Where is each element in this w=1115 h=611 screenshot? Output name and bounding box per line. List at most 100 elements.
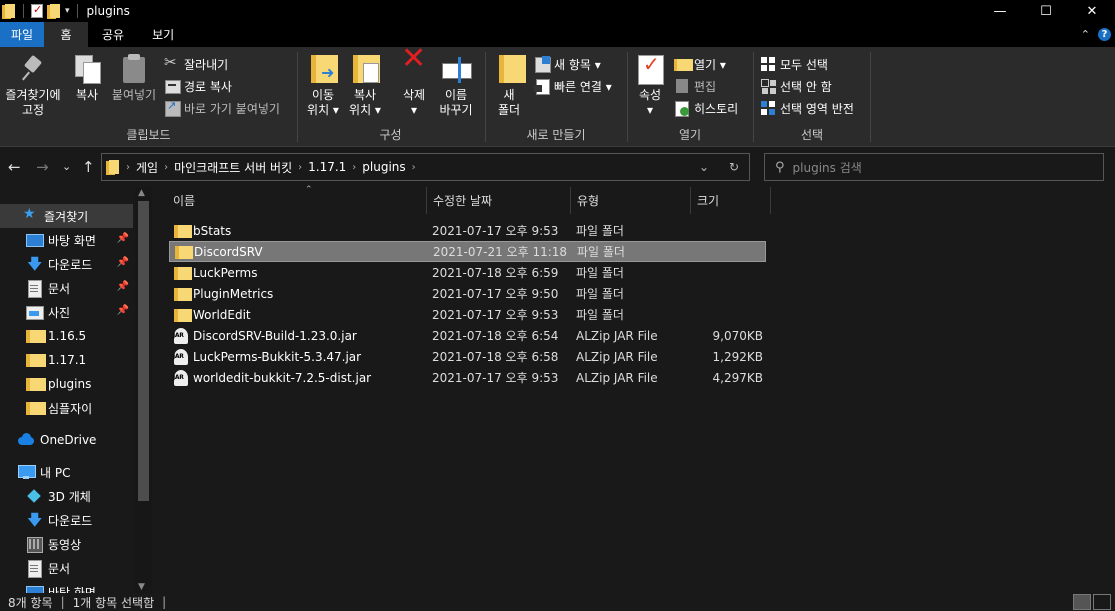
new-item-icon bbox=[534, 56, 551, 73]
history-button[interactable]: 히스토리 bbox=[674, 98, 738, 118]
select-none-button[interactable]: 선택 안 함 bbox=[760, 76, 832, 96]
column-header-type[interactable]: 유형 bbox=[571, 187, 691, 214]
tab-view[interactable]: 보기 bbox=[138, 22, 188, 47]
file-row[interactable]: PluginMetrics 2021-07-17 오후 9:50 파일 폴더 bbox=[169, 283, 766, 304]
nav-item-1-17-1[interactable]: 1.17.1 bbox=[0, 348, 133, 372]
properties-icon[interactable] bbox=[31, 3, 43, 18]
details-view-button[interactable] bbox=[1073, 594, 1091, 610]
rename-button[interactable]: 이름 바꾸기 bbox=[436, 53, 476, 118]
copy-button[interactable]: 복사 bbox=[70, 53, 104, 103]
file-row[interactable]: DiscordSRV-Build-1.23.0.jar 2021-07-18 오… bbox=[169, 325, 766, 346]
breadcrumb-item[interactable]: plugins bbox=[362, 160, 405, 174]
tab-home[interactable]: 홈 bbox=[44, 22, 88, 47]
breadcrumb-item[interactable]: 1.17.1 bbox=[308, 160, 346, 174]
invert-selection-button[interactable]: 선택 영역 반전 bbox=[760, 98, 854, 118]
nav-item-simplezai[interactable]: 심플자이 bbox=[0, 396, 133, 420]
navigation-pane-scrollbar[interactable]: ▲ ▼ bbox=[135, 187, 152, 593]
qat-customize-icon[interactable]: ▾ bbox=[65, 6, 70, 16]
scroll-up-icon[interactable]: ▲ bbox=[138, 188, 145, 198]
select-all-icon bbox=[760, 56, 776, 72]
pin-to-quick-access-button[interactable]: 즐겨찾기에 고정 bbox=[2, 53, 64, 118]
cut-button[interactable]: 잘라내기 bbox=[164, 53, 228, 74]
chevron-right-icon[interactable]: › bbox=[126, 162, 130, 173]
select-all-button[interactable]: 모두 선택 bbox=[760, 54, 828, 74]
column-header-label: 크기 bbox=[697, 194, 720, 208]
collapse-ribbon-icon[interactable]: ⌃ bbox=[1081, 28, 1090, 41]
properties-button[interactable]: 속성 ▾ bbox=[634, 53, 666, 118]
nav-item-label: 바탕 화면 bbox=[48, 585, 96, 594]
nav-item-pc-downloads[interactable]: 다운로드 bbox=[0, 508, 133, 535]
open-button[interactable]: 열기 ▾ bbox=[674, 54, 726, 74]
paste-shortcut-button[interactable]: 바로 가기 붙여넣기 bbox=[164, 98, 280, 118]
nav-item-1-16-5[interactable]: 1.16.5 bbox=[0, 324, 133, 348]
search-placeholder: plugins 검색 bbox=[792, 160, 862, 175]
scrollbar-thumb[interactable] bbox=[138, 201, 149, 501]
nav-item-desktop[interactable]: 바탕 화면 📌 bbox=[0, 228, 133, 252]
minimize-button[interactable]: — bbox=[977, 0, 1023, 22]
nav-item-quick-access[interactable]: 즐겨찾기 bbox=[0, 204, 133, 228]
chevron-right-icon[interactable]: › bbox=[298, 162, 302, 173]
nav-item-label: 다운로드 bbox=[48, 513, 93, 528]
column-header-date[interactable]: 수정한 날짜 bbox=[427, 187, 571, 214]
tab-share[interactable]: 공유 bbox=[88, 22, 138, 47]
chevron-right-icon[interactable]: › bbox=[164, 162, 168, 173]
delete-button[interactable]: 삭제 ▾ bbox=[397, 51, 431, 118]
copy-path-icon bbox=[164, 78, 181, 94]
breadcrumb-item[interactable]: 마인크래프트 서버 버킷 bbox=[174, 159, 292, 176]
search-input[interactable]: ⚲ plugins 검색 bbox=[764, 153, 1104, 181]
refresh-button[interactable]: ↻ bbox=[719, 160, 749, 174]
move-to-button[interactable]: 이동 위치 ▾ bbox=[304, 53, 342, 118]
nav-item-this-pc[interactable]: 내 PC bbox=[0, 460, 133, 484]
file-row-selected[interactable]: DiscordSRV 2021-07-21 오후 11:18 파일 폴더 bbox=[169, 241, 766, 262]
delete-label: 삭제 bbox=[402, 88, 426, 102]
file-name: LuckPerms bbox=[193, 265, 258, 280]
file-row[interactable]: LuckPerms-Bukkit-5.3.47.jar 2021-07-18 오… bbox=[169, 346, 766, 367]
select-none-label: 선택 안 함 bbox=[780, 79, 832, 94]
copy-to-icon bbox=[349, 53, 381, 85]
column-header-name[interactable]: ⌃ 이름 bbox=[167, 185, 427, 214]
history-label: 히스토리 bbox=[694, 101, 739, 116]
nav-item-pictures[interactable]: 사진 📌 bbox=[0, 300, 133, 324]
new-item-button[interactable]: 새 항목 ▾ bbox=[534, 54, 601, 74]
chevron-right-icon[interactable]: › bbox=[412, 162, 416, 173]
download-icon bbox=[26, 254, 42, 279]
back-button[interactable]: ← bbox=[8, 158, 21, 176]
column-header-size[interactable]: 크기 bbox=[691, 187, 771, 214]
recent-locations-button[interactable]: ⌄ bbox=[62, 160, 71, 173]
file-row[interactable]: LuckPerms 2021-07-18 오후 6:59 파일 폴더 bbox=[169, 262, 766, 283]
help-icon[interactable]: ? bbox=[1098, 28, 1111, 41]
nav-item-label: 내 PC bbox=[40, 465, 71, 480]
copy-path-button[interactable]: 경로 복사 bbox=[164, 76, 232, 96]
delete-dropdown-icon: ▾ bbox=[410, 103, 418, 117]
file-row[interactable]: WorldEdit 2021-07-17 오후 9:53 파일 폴더 bbox=[169, 304, 766, 325]
easy-access-button[interactable]: 빠른 연결 ▾ bbox=[534, 76, 612, 96]
address-dropdown-button[interactable]: ⌄ bbox=[689, 160, 719, 174]
new-folder-button[interactable]: 새 폴더 bbox=[490, 53, 528, 118]
nav-item-pc-desktop[interactable]: 바탕 화면 bbox=[0, 580, 133, 593]
nav-item-3d-objects[interactable]: 3D 개체 bbox=[0, 484, 133, 508]
tab-file[interactable]: 파일 bbox=[0, 22, 44, 47]
nav-item-documents[interactable]: 문서 📌 bbox=[0, 276, 133, 300]
address-bar[interactable]: › 게임 › 마인크래프트 서버 버킷 › 1.17.1 › plugins ›… bbox=[101, 153, 750, 181]
new-folder-icon[interactable] bbox=[47, 3, 61, 19]
edit-button[interactable]: 편집 bbox=[674, 76, 716, 96]
close-button[interactable]: ✕ bbox=[1069, 0, 1115, 22]
nav-item-videos[interactable]: 동영상 bbox=[0, 532, 133, 556]
folder-icon bbox=[173, 223, 192, 239]
chevron-right-icon[interactable]: › bbox=[352, 162, 356, 173]
maximize-button[interactable]: ☐ bbox=[1023, 0, 1069, 22]
copy-to-button[interactable]: 복사 위치 ▾ bbox=[346, 53, 384, 118]
nav-item-downloads[interactable]: 다운로드 📌 bbox=[0, 252, 133, 279]
scroll-down-icon[interactable]: ▼ bbox=[138, 582, 145, 592]
nav-item-plugins[interactable]: plugins bbox=[0, 372, 133, 396]
properties-dropdown-icon: ▾ bbox=[646, 103, 654, 117]
breadcrumb-item[interactable]: 게임 bbox=[136, 159, 158, 176]
file-row[interactable]: worldedit-bukkit-7.2.5-dist.jar 2021-07-… bbox=[169, 367, 766, 388]
nav-item-onedrive[interactable]: OneDrive bbox=[0, 428, 133, 452]
paste-button[interactable]: 붙여넣기 bbox=[108, 53, 160, 103]
forward-button[interactable]: → bbox=[36, 158, 49, 176]
large-icons-view-button[interactable] bbox=[1093, 594, 1111, 610]
up-button[interactable]: ↑ bbox=[82, 158, 95, 176]
file-row[interactable]: bStats 2021-07-17 오후 9:53 파일 폴더 bbox=[169, 220, 766, 241]
nav-item-pc-documents[interactable]: 문서 bbox=[0, 556, 133, 580]
